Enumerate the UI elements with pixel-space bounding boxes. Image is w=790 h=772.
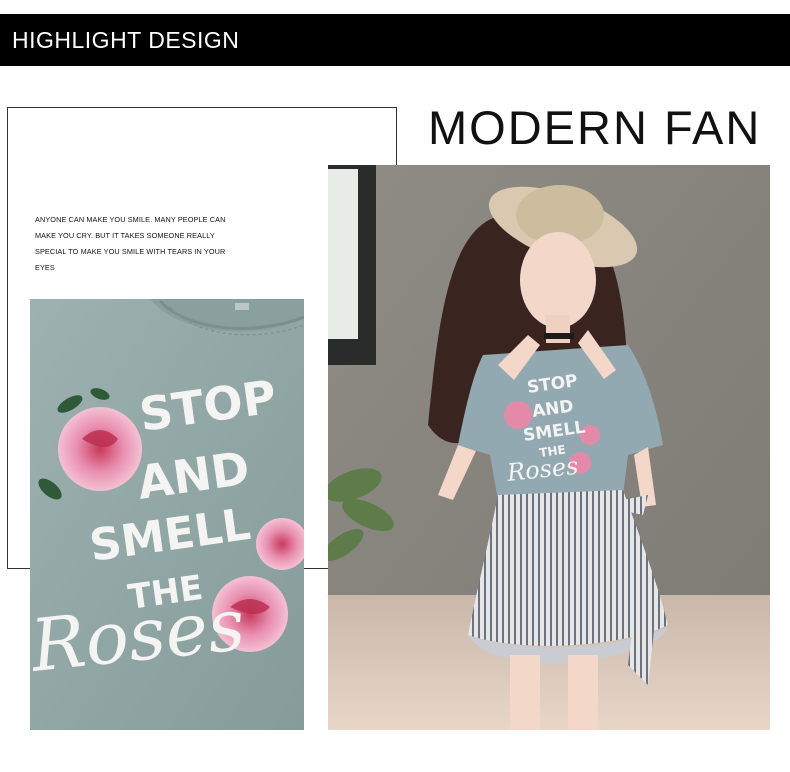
quote-text: ANYONE CAN MAKE YOU SMILE. MANY PEOPLE C… <box>35 212 235 276</box>
quote-line: SPECIAL TO MAKE YOU SMILE WITH TEARS IN … <box>35 247 226 256</box>
quote-line: ANYONE CAN MAKE YOU SMILE. MANY PEOPLE C… <box>35 215 226 224</box>
model-photo: STOP AND SMELL THE Roses <box>328 165 770 730</box>
quote-line: MAKE YOU CRY. BUT IT TAKES SOMEONE REALL… <box>35 231 215 240</box>
section-banner: HIGHLIGHT DESIGN <box>0 14 790 66</box>
quote-line: EYES <box>35 263 55 272</box>
tshirt-closeup-photo: STOP AND SMELL THE Roses <box>30 299 304 730</box>
headline: MODERN FAN <box>428 101 762 154</box>
section-title: HIGHLIGHT DESIGN <box>12 27 240 53</box>
